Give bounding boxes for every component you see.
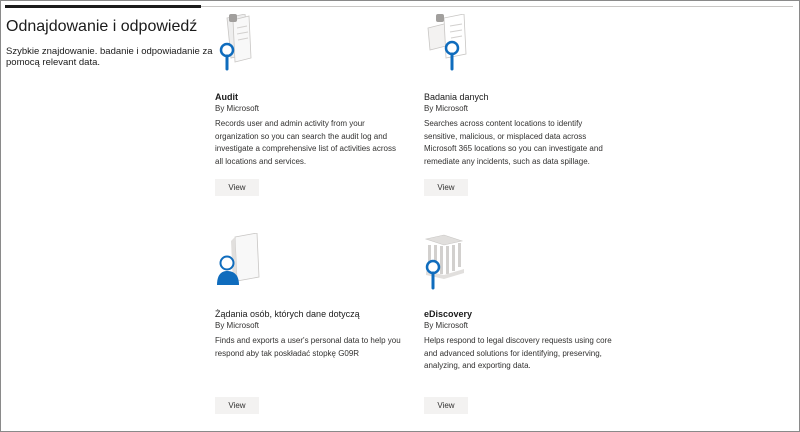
card-title: Audit	[215, 92, 238, 102]
view-button-subject-rights[interactable]: View	[215, 397, 259, 414]
page-subtitle: Szybkie znajdowanie. badanie i odpowiada…	[6, 46, 213, 68]
page-title: Odnajdowanie i odpowiedź	[6, 18, 198, 35]
card-publisher: By Microsoft	[424, 104, 469, 113]
card-description: Searches across content locations to ide…	[424, 119, 603, 166]
card-data-investigations: Badania danych By Microsoft Searches acr…	[424, 14, 624, 199]
card-ediscovery: eDiscovery By Microsoft Helps respond to…	[424, 233, 624, 418]
view-button-data-investigations[interactable]: View	[424, 179, 468, 196]
card-description: Records user and admin activity from you…	[215, 119, 396, 166]
card-title: eDiscovery	[424, 309, 473, 319]
card-publisher: By Microsoft	[215, 321, 260, 330]
person-document-icon	[217, 233, 260, 285]
card-audit: Audit By Microsoft Records user and admi…	[215, 14, 415, 199]
card-subject-rights-requests: Żądania osób, których dane dotyczą By Mi…	[215, 233, 415, 418]
audit-document-magnifier-icon	[219, 14, 252, 71]
data-investigation-magnifier-icon	[427, 14, 467, 71]
card-description: Finds and exports a user's personal data…	[215, 336, 401, 358]
header-rule-active	[5, 5, 201, 8]
card-description: Helps respond to legal discovery request…	[424, 336, 612, 370]
courthouse-magnifier-icon	[424, 234, 464, 290]
header-rule	[201, 6, 793, 7]
card-title: Badania danych	[424, 92, 489, 102]
card-publisher: By Microsoft	[424, 321, 469, 330]
view-button-ediscovery[interactable]: View	[424, 397, 468, 414]
view-button-audit[interactable]: View	[215, 179, 259, 196]
card-publisher: By Microsoft	[215, 104, 260, 113]
card-title: Żądania osób, których dane dotyczą	[215, 309, 360, 319]
